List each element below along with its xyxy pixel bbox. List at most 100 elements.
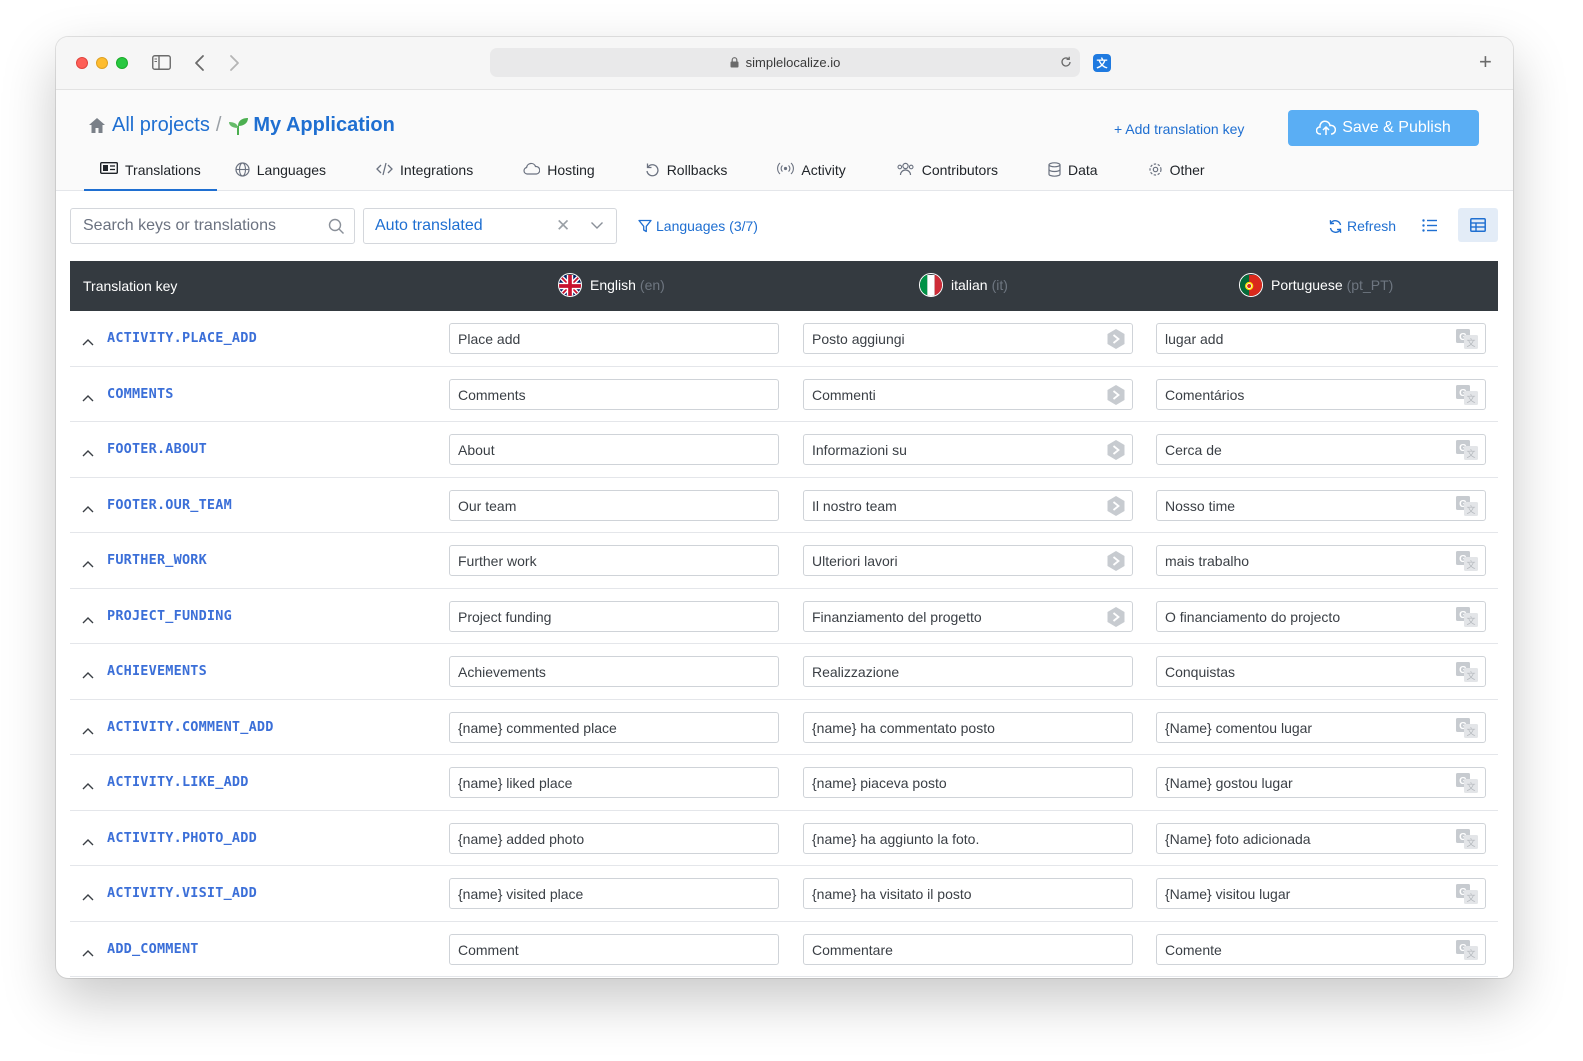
clear-filter-icon[interactable]: ✕ [556, 216, 570, 236]
svg-text:文: 文 [1466, 948, 1475, 959]
breadcrumb-current-project[interactable]: My Application [253, 114, 394, 137]
translation-input-it[interactable]: Finanziamento del progetto [803, 600, 1133, 632]
reload-icon[interactable] [1059, 55, 1073, 69]
translation-input-en[interactable]: About [449, 434, 779, 465]
svg-text:文: 文 [1466, 559, 1475, 570]
translation-key[interactable]: ACTIVITY.PLACE_ADD [107, 330, 257, 346]
translation-input-it[interactable]: {name} ha commentato posto [803, 711, 1133, 743]
translation-key[interactable]: ACTIVITY.COMMENT_ADD [107, 719, 274, 735]
translation-input-it[interactable]: Ulteriori lavori [803, 545, 1133, 576]
translation-input-en[interactable]: Comment [449, 933, 779, 965]
tab-other[interactable]: Other [1132, 154, 1221, 191]
translation-input-en[interactable]: Comments [449, 378, 779, 410]
tab-data[interactable]: Data [1032, 154, 1114, 191]
collapse-chevron-icon[interactable] [82, 444, 94, 462]
forward-arrow-icon[interactable] [228, 54, 240, 72]
translation-input-en[interactable]: Project funding [449, 600, 779, 632]
collapse-chevron-icon[interactable] [82, 389, 94, 407]
tab-activity[interactable]: Activity [761, 154, 861, 191]
new-tab-icon[interactable]: + [1479, 51, 1492, 73]
translation-input-en[interactable]: {name} added photo [449, 822, 779, 854]
collapse-chevron-icon[interactable] [82, 333, 94, 351]
translation-input-pt[interactable]: {Name} gostou lugar G 文 [1156, 767, 1486, 798]
list-view-icon[interactable] [1422, 219, 1438, 232]
translation-key[interactable]: FOOTER.OUR_TEAM [107, 497, 232, 513]
translation-key[interactable]: FOOTER.ABOUT [107, 441, 207, 457]
translation-input-pt[interactable]: Cerca de G 文 [1156, 434, 1486, 465]
translation-input-pt[interactable]: {Name} foto adicionada G 文 [1156, 822, 1486, 854]
translation-input-it[interactable]: {name} piaceva posto [803, 767, 1133, 798]
translation-input-pt[interactable]: Nosso time G 文 [1156, 489, 1486, 521]
translation-input-it[interactable]: Commenti [803, 378, 1133, 410]
tab-languages[interactable]: Languages [219, 154, 342, 191]
collapse-chevron-icon[interactable] [82, 611, 94, 629]
translation-key[interactable]: COMMENTS [107, 386, 174, 402]
add-translation-key-button[interactable]: + Add translation key [1114, 121, 1244, 137]
tab-rollbacks[interactable]: Rollbacks [629, 154, 744, 191]
tab-translations[interactable]: Translations [84, 154, 217, 191]
translation-input-en[interactable]: {name} visited place [449, 878, 779, 909]
translation-key[interactable]: ACTIVITY.PHOTO_ADD [107, 830, 257, 846]
translation-input-en[interactable]: Further work [449, 545, 779, 576]
translation-key[interactable]: ACHIEVEMENTS [107, 663, 207, 679]
translation-input-it[interactable]: Commentare [803, 933, 1133, 965]
translation-text: Project funding [458, 608, 552, 625]
save-publish-button[interactable]: Save & Publish [1288, 110, 1479, 146]
tab-integrations[interactable]: Integrations [360, 154, 489, 191]
collapse-chevron-icon[interactable] [82, 944, 94, 962]
maximize-window-button[interactable] [116, 57, 128, 69]
collapse-chevron-icon[interactable] [82, 777, 94, 795]
minimize-window-button[interactable] [96, 57, 108, 69]
translation-input-pt[interactable]: O financiamento do projecto G 文 [1156, 600, 1486, 632]
translation-key[interactable]: PROJECT_FUNDING [107, 608, 232, 624]
home-icon[interactable] [88, 117, 106, 134]
translation-input-pt[interactable]: lugar add G 文 [1156, 323, 1486, 354]
grid-view-button[interactable] [1458, 208, 1498, 242]
languages-filter-button[interactable]: Languages (3/7) [638, 218, 758, 234]
tab-hosting[interactable]: Hosting [507, 154, 610, 191]
search-icon[interactable] [328, 218, 345, 235]
translation-input-pt[interactable]: Comente G 文 [1156, 933, 1486, 965]
translation-input-pt[interactable]: mais trabalho G 文 [1156, 545, 1486, 576]
translation-input-en[interactable]: Achievements [449, 656, 779, 687]
translation-input-en[interactable]: {name} commented place [449, 711, 779, 743]
collapse-chevron-icon[interactable] [82, 833, 94, 851]
translation-key[interactable]: ADD_COMMENT [107, 941, 199, 957]
close-window-button[interactable] [76, 57, 88, 69]
translation-input-pt[interactable]: {Name} visitou lugar G 文 [1156, 878, 1486, 909]
translation-input-en[interactable]: Our team [449, 489, 779, 521]
back-arrow-icon[interactable] [194, 54, 206, 72]
translation-input-it[interactable]: Realizzazione [803, 656, 1133, 687]
translation-status-select[interactable]: Auto translated ✕ [363, 208, 617, 244]
translation-input-it[interactable]: {name} ha visitato il posto [803, 878, 1133, 909]
collapse-chevron-icon[interactable] [82, 722, 94, 740]
translation-key[interactable]: ACTIVITY.VISIT_ADD [107, 885, 257, 901]
collapse-chevron-icon[interactable] [82, 555, 94, 573]
extension-icon[interactable]: 文 [1093, 54, 1111, 72]
translation-input-it[interactable]: Posto aggiungi [803, 323, 1133, 354]
translation-input-pt[interactable]: Comentários G 文 [1156, 378, 1486, 410]
translation-input-it[interactable]: Il nostro team [803, 489, 1133, 521]
table-row: FOOTER.OUR_TEAM Our team Il nostro team Nos… [70, 478, 1498, 533]
translation-input-it[interactable]: Informazioni su [803, 434, 1133, 465]
translation-input-it[interactable]: {name} ha aggiunto la foto. [803, 822, 1133, 854]
address-bar[interactable]: simplelocalize.io [490, 48, 1080, 77]
translation-input-en[interactable]: {name} liked place [449, 767, 779, 798]
translation-input-pt[interactable]: Conquistas G 文 [1156, 656, 1486, 687]
table-row: ACTIVITY.COMMENT_ADD {name} commented pla… [70, 700, 1498, 755]
google-translate-icon: G文 [1455, 328, 1479, 353]
refresh-button[interactable]: Refresh [1328, 218, 1396, 234]
collapse-chevron-icon[interactable] [82, 500, 94, 518]
tab-contributors[interactable]: Contributors [880, 154, 1014, 191]
translation-key[interactable]: FURTHER_WORK [107, 552, 207, 568]
translation-key[interactable]: ACTIVITY.LIKE_ADD [107, 774, 249, 790]
collapse-chevron-icon[interactable] [82, 888, 94, 906]
translation-input-en[interactable]: Place add [449, 323, 779, 354]
sidebar-toggle-icon[interactable] [152, 55, 171, 70]
search-input[interactable] [71, 209, 311, 243]
translation-text: {Name} comentou lugar [1165, 719, 1313, 736]
breadcrumb-all-projects[interactable]: All projects [112, 114, 210, 137]
translation-input-pt[interactable]: {Name} comentou lugar G 文 [1156, 711, 1486, 743]
chevron-down-icon[interactable] [590, 221, 604, 230]
collapse-chevron-icon[interactable] [82, 666, 94, 684]
